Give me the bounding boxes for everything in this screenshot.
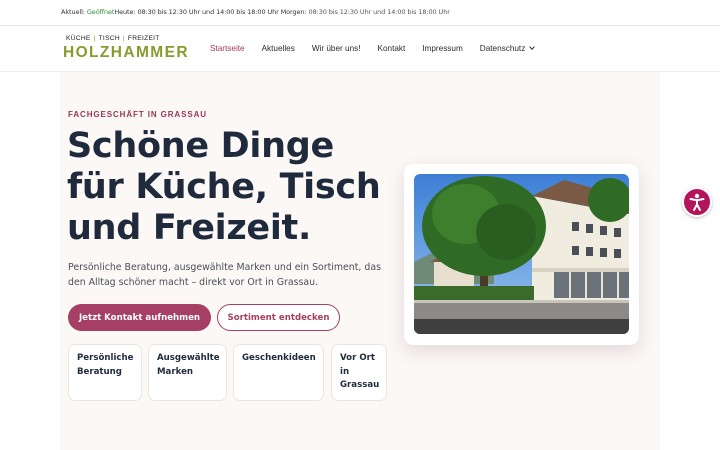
nav-item-wir-ueber-uns[interactable]: Wir über uns! <box>312 44 361 53</box>
hero-section: FACHGESCHÄFT IN GRASSAU Schöne Dinge für… <box>60 72 660 450</box>
feature-card-marken: Ausgewählte Marken <box>148 344 227 401</box>
nav-item-datenschutz-label: Datenschutz <box>479 44 526 53</box>
nav-item-datenschutz[interactable]: Datenschutz <box>479 44 536 53</box>
nav-item-kontakt[interactable]: Kontakt <box>378 44 406 53</box>
store-photo <box>414 174 629 334</box>
logo-tag-freizeit: FREIZEIT <box>127 35 160 42</box>
hero-lead-text: Persönliche Beratung, ausgewählte Marken… <box>68 262 381 288</box>
hero-eyebrow: FACHGESCHÄFT IN GRASSAU <box>68 110 207 119</box>
opening-hours-text: Aktuell: GeöffnetHeute: 08:30 bis 12:30 … <box>61 8 450 16</box>
opening-hours-label: Aktuell: <box>61 8 85 16</box>
logo-separator: | <box>122 35 125 42</box>
logo[interactable]: KÜCHE | TISCH | FREIZEIT HOLZHAMMER <box>63 34 189 66</box>
logo-tag-tisch: TISCH <box>98 35 120 42</box>
feature-card-geschenkideen: Geschenkideen <box>233 344 324 401</box>
chevron-down-icon <box>529 44 536 50</box>
accessibility-icon <box>689 193 705 211</box>
logo-tagline: KÜCHE | TISCH | FREIZEIT <box>66 35 160 42</box>
hero-headline: Schöne Dinge für Küche, Tisch und Freize… <box>67 126 387 249</box>
main-nav: Startseite Aktuelles Wir über uns! Konta… <box>210 44 551 53</box>
tomorrow-label: Morgen: <box>280 8 307 16</box>
accessibility-button[interactable] <box>682 187 712 217</box>
opening-hours-bar: Aktuell: GeöffnetHeute: 08:30 bis 12:30 … <box>0 0 720 26</box>
open-status: Geöffnet <box>86 8 115 16</box>
logo-wordmark: HOLZHAMMER <box>63 44 189 61</box>
hero-headline-line-2: für Küche, Tisch <box>67 167 381 207</box>
nav-item-impressum[interactable]: Impressum <box>422 44 463 53</box>
nav-item-startseite[interactable]: Startseite <box>210 44 245 53</box>
nav-item-aktuelles[interactable]: Aktuelles <box>262 44 295 53</box>
logo-tag-kueche: KÜCHE <box>66 35 91 42</box>
feature-card-grassau: Vor Ort in Grassau <box>331 344 387 401</box>
logo-separator: | <box>93 35 96 42</box>
browse-assortment-button[interactable]: Sortiment entdecken <box>217 304 340 331</box>
store-building-image <box>414 174 629 334</box>
site-header: KÜCHE | TISCH | FREIZEIT HOLZHAMMER Startsei… <box>0 26 720 72</box>
contact-button[interactable]: Jetzt Kontakt aufnehmen <box>68 304 211 331</box>
today-hours: Heute: 08:30 bis 12:30 Uhr und 14:00 bis… <box>114 8 279 16</box>
store-photo-card <box>404 164 639 345</box>
feature-card-beratung: Persönliche Beratung <box>68 344 142 401</box>
tomorrow-hours: 08:30 bis 12:30 Uhr und 14:00 bis 18:00 … <box>308 8 450 16</box>
hero-headline-line-3: und Freizeit. <box>67 208 311 248</box>
hero-headline-line-1: Schöne Dinge <box>67 126 334 166</box>
